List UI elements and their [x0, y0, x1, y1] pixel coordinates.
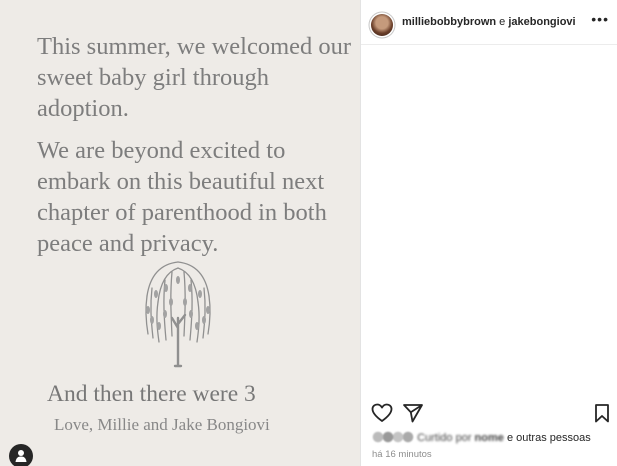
post-image: This summer, we welcomed our sweet baby … — [0, 0, 360, 466]
liker-name[interactable]: nome — [475, 432, 504, 444]
post-side-panel: milliebobbybrown e jakebongiovi ••• Curt… — [360, 0, 617, 466]
share-icon[interactable] — [402, 403, 424, 423]
likes-prefix: Curtido por — [417, 432, 472, 444]
announcement-text: This summer, we welcomed our sweet baby … — [37, 31, 357, 259]
post-actions — [361, 403, 617, 427]
post-header: milliebobbybrown e jakebongiovi ••• — [361, 0, 617, 45]
liker-avatars — [372, 431, 414, 443]
likes-summary[interactable]: Curtido por nome e outras pessoas — [372, 431, 591, 444]
avatar[interactable] — [371, 14, 393, 36]
announcement-paragraph-1: This summer, we welcomed our sweet baby … — [37, 33, 352, 122]
author-link-millie[interactable]: milliebobbybrown — [402, 16, 496, 28]
post-timestamp[interactable]: há 16 minutos — [372, 449, 432, 460]
announcement-paragraph-2: We are beyond excited to embark on this … — [37, 137, 327, 257]
author-connector: e — [496, 16, 509, 28]
heart-icon[interactable] — [371, 403, 393, 423]
likes-suffix: e outras pessoas — [503, 432, 591, 444]
signature-line: Love, Millie and Jake Bongiovi — [54, 415, 270, 434]
user-tag-icon — [15, 450, 27, 462]
willow-tree-icon — [145, 261, 211, 368]
post-authors: milliebobbybrown e jakebongiovi — [402, 16, 576, 28]
bookmark-icon[interactable] — [594, 403, 610, 423]
more-options-icon[interactable]: ••• — [591, 11, 609, 27]
author-link-jake[interactable]: jakebongiovi — [508, 16, 575, 28]
user-tag-button[interactable] — [9, 444, 33, 466]
closing-line: And then there were 3 — [47, 381, 256, 407]
